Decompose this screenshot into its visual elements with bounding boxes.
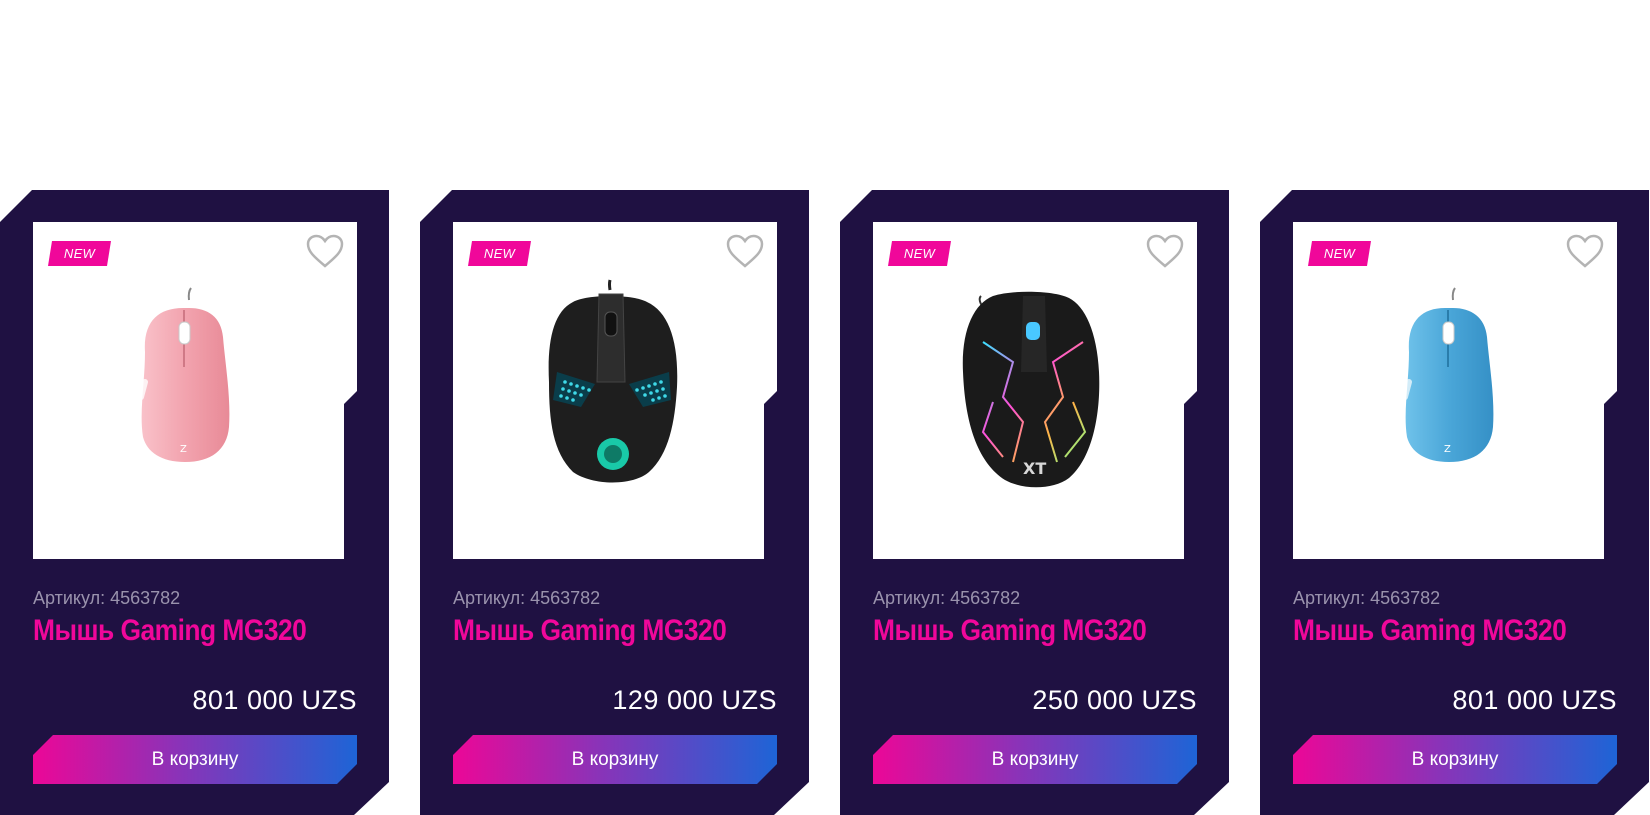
add-to-cart-button[interactable]: В корзину bbox=[1293, 735, 1617, 784]
product-grid: Z NEW Артикул: 4563782 Мышь Gaming MG320… bbox=[0, 0, 1650, 815]
new-badge: NEW bbox=[468, 241, 531, 266]
new-badge: NEW bbox=[1308, 241, 1371, 266]
new-badge: NEW bbox=[888, 241, 951, 266]
product-title[interactable]: Мышь Gaming MG320 bbox=[453, 614, 727, 648]
svg-text:Z: Z bbox=[180, 444, 187, 455]
product-sku: Артикул: 4563782 bbox=[453, 588, 601, 608]
product-image-area[interactable]: NEW bbox=[453, 222, 777, 559]
blue-mouse-image: Z bbox=[1402, 287, 1494, 462]
product-title[interactable]: Мышь Gaming MG320 bbox=[873, 614, 1147, 648]
product-sku: Артикул: 4563782 bbox=[1293, 588, 1441, 608]
product-price: 801 000 UZS bbox=[192, 685, 357, 715]
product-card[interactable]: Z NEW Артикул: 4563782 Мышь Gaming MG320… bbox=[0, 190, 389, 815]
product-price: 250 000 UZS bbox=[1032, 685, 1197, 715]
product-image-area[interactable]: XT NEW bbox=[873, 222, 1197, 559]
product-title[interactable]: Мышь Gaming MG320 bbox=[1293, 614, 1567, 648]
product-price: 801 000 UZS bbox=[1452, 685, 1617, 715]
heart-icon[interactable] bbox=[1565, 234, 1605, 270]
product-card[interactable]: Z NEW Артикул: 4563782 Мышь Gaming MG320… bbox=[1260, 190, 1649, 815]
heart-icon[interactable] bbox=[725, 234, 765, 270]
product-card[interactable]: NEW Артикул: 4563782 Мышь Gaming MG320 1… bbox=[420, 190, 809, 815]
add-to-cart-button[interactable]: В корзину bbox=[453, 735, 777, 784]
product-image-area[interactable]: Z NEW bbox=[33, 222, 357, 559]
new-badge: NEW bbox=[48, 241, 111, 266]
heart-icon[interactable] bbox=[1145, 234, 1185, 270]
product-image-area[interactable]: Z NEW bbox=[1293, 222, 1617, 559]
product-title[interactable]: Мышь Gaming MG320 bbox=[33, 614, 307, 648]
product-price: 129 000 UZS bbox=[612, 685, 777, 715]
svg-text:XT: XT bbox=[1023, 459, 1046, 478]
add-to-cart-button[interactable]: В корзину bbox=[33, 735, 357, 784]
add-to-cart-button[interactable]: В корзину bbox=[873, 735, 1197, 784]
product-card[interactable]: XT NEW Артикул: 4563782 Мышь Gaming MG32… bbox=[840, 190, 1229, 815]
rgb-gaming-mouse-image: XT bbox=[962, 291, 1100, 488]
product-sku: Артикул: 4563782 bbox=[33, 588, 181, 608]
heart-icon[interactable] bbox=[305, 234, 345, 270]
pink-mouse-image: Z bbox=[138, 287, 230, 462]
product-sku: Артикул: 4563782 bbox=[873, 588, 1021, 608]
black-gaming-mouse-image bbox=[548, 279, 678, 483]
svg-text:Z: Z bbox=[1444, 444, 1451, 455]
